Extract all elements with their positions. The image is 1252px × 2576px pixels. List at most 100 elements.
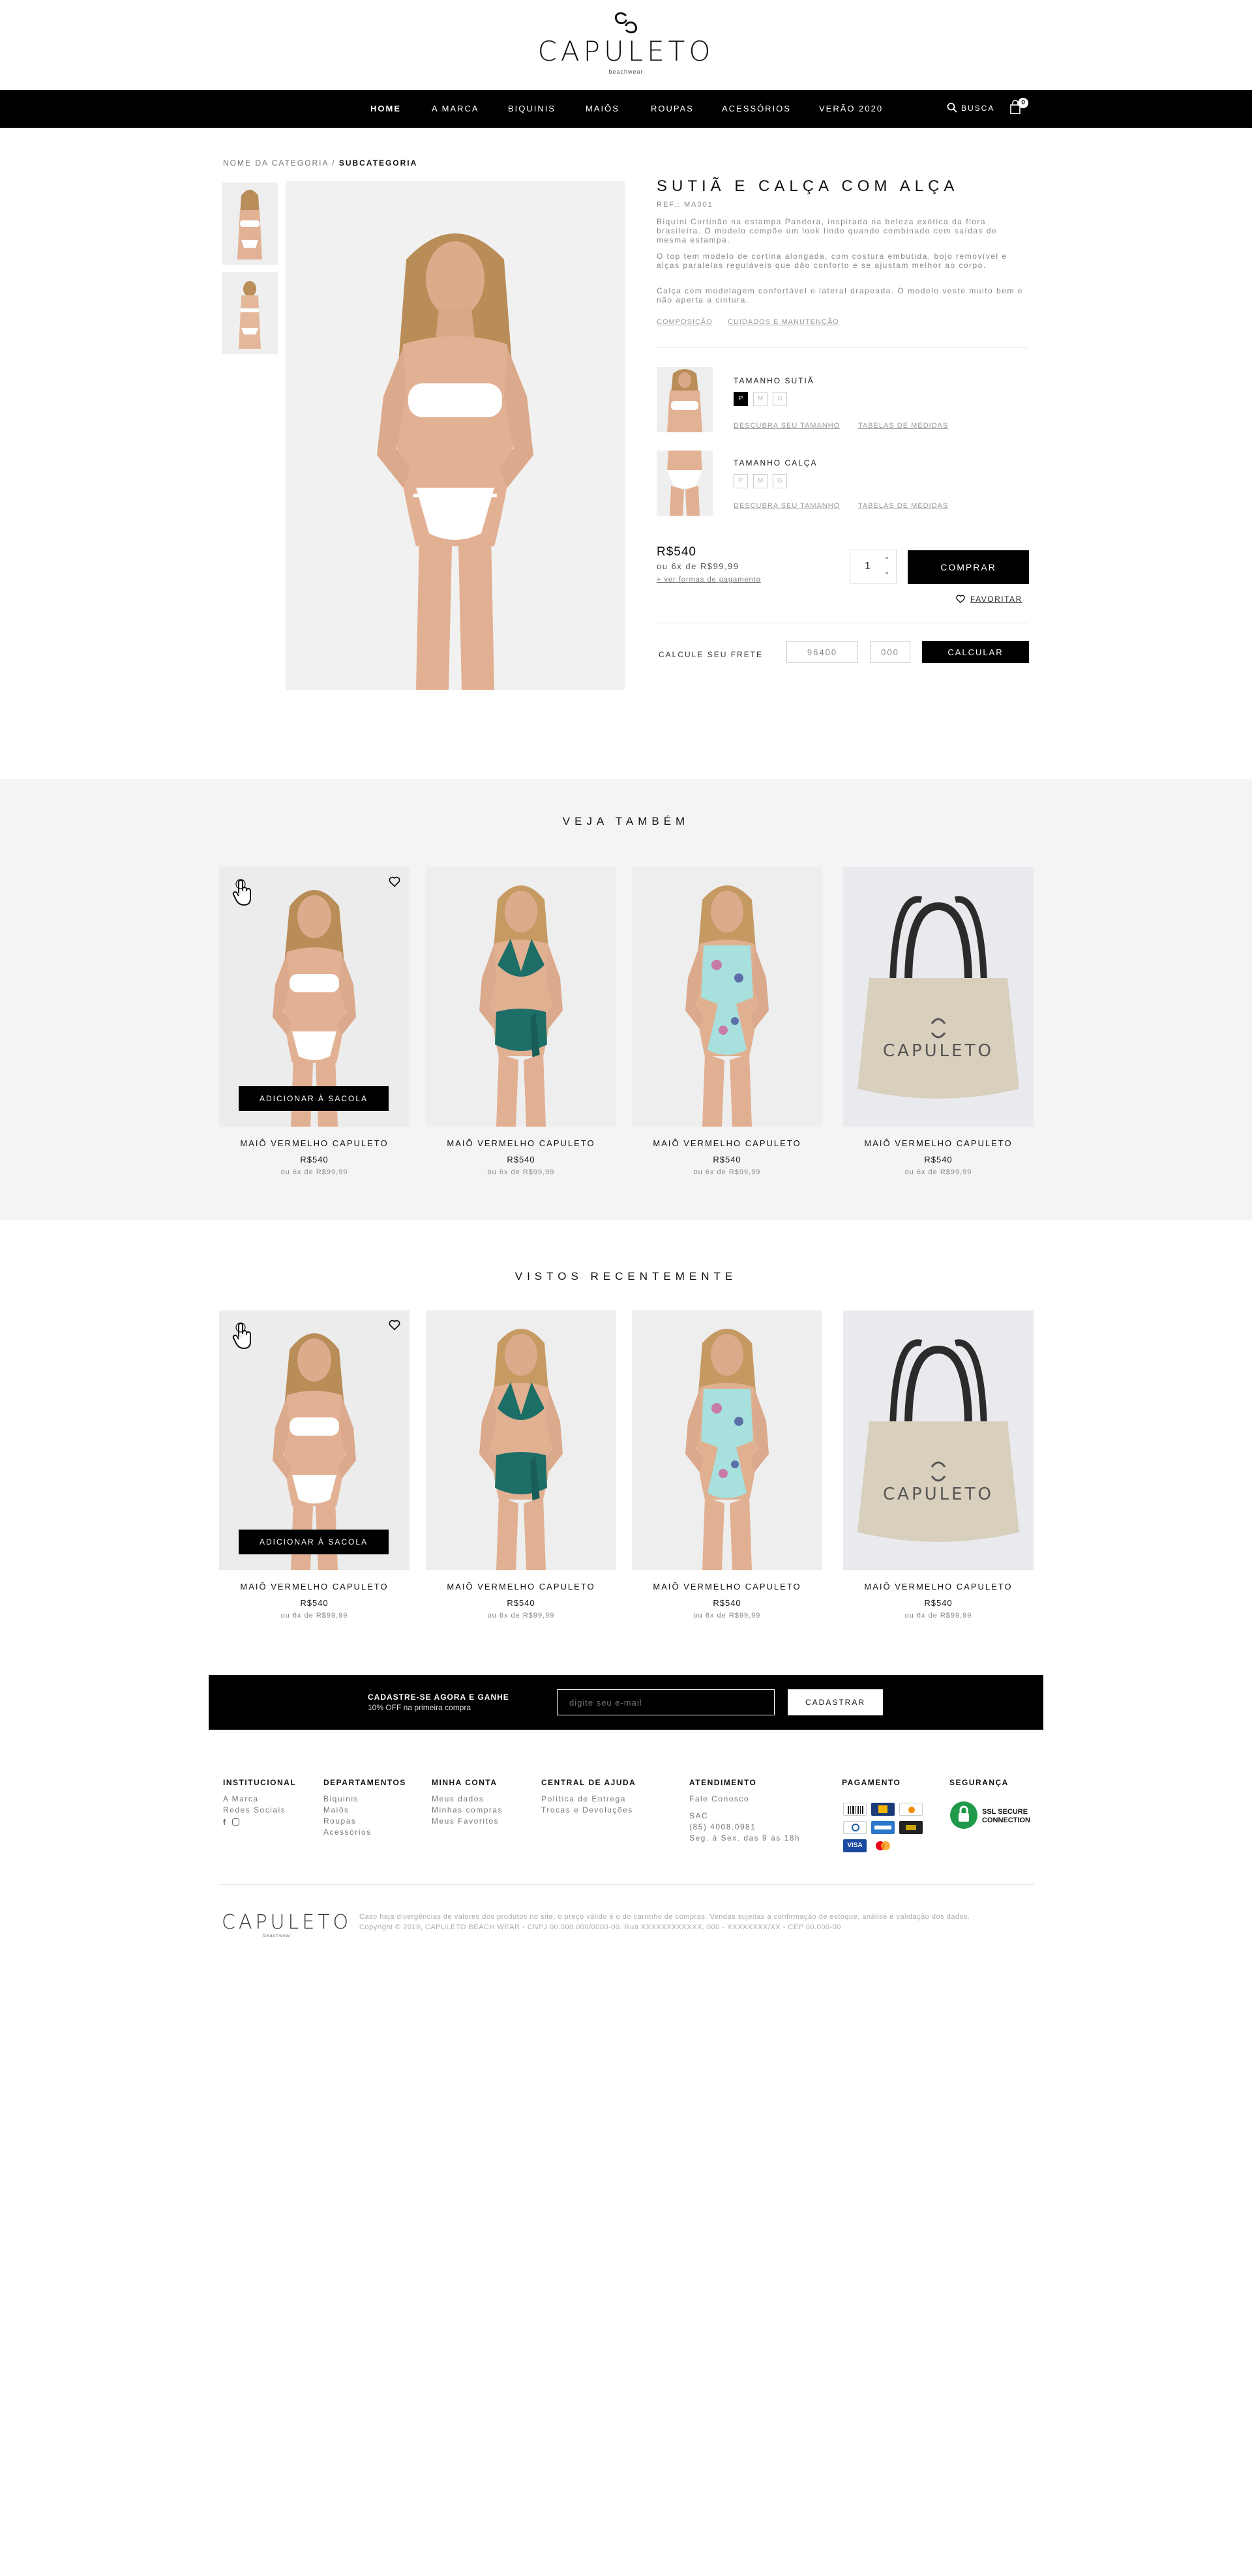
product-card-image[interactable] (426, 1310, 616, 1570)
product-card-price: R$540 (924, 1598, 953, 1608)
top-size-option-m[interactable]: M (753, 392, 768, 406)
top-size-option-p[interactable]: P (734, 392, 748, 406)
footer-col-security: SEGURANÇA (949, 1778, 1009, 1794)
footer-logo[interactable]: CAPULETO beachwear (222, 1911, 351, 1938)
quantity-stepper[interactable]: 1 ⌃ ⌄ (850, 550, 897, 584)
top-size-option-g[interactable]: G (773, 392, 787, 406)
footer-link[interactable]: Meus Favoritos (432, 1816, 503, 1827)
newsletter-bar: CADASTRE-SE AGORA E GANHE 10% OFF na pri… (209, 1675, 1043, 1730)
footer-link[interactable]: Trocas e Devoluções (541, 1805, 636, 1816)
footer-link[interactable]: Acessórios (323, 1827, 406, 1838)
product-card-name[interactable]: MAIÔ VERMELHO CAPULETO (843, 1582, 1034, 1591)
footer-col-departments: DEPARTAMENTOS Biquinis Maiôs Roupas Aces… (323, 1778, 406, 1838)
favorite-label: FAVORITAR (970, 595, 1022, 604)
elo-card-icon (871, 1803, 895, 1816)
footer-heading: INSTITUCIONAL (223, 1778, 297, 1787)
footer-link[interactable]: Roupas (323, 1816, 406, 1827)
product-card-image[interactable]: CAPULETO (843, 867, 1034, 1127)
bottom-size-option-g[interactable]: G (773, 474, 787, 488)
nav-item-acessorios[interactable]: ACESSÓRIOS (722, 104, 791, 113)
footer-link[interactable]: Maiôs (323, 1805, 406, 1816)
ssl-badge-line2: CONNECTION (982, 1816, 1030, 1824)
top-discover-size-link[interactable]: DESCUBRA SEU TAMANHO (734, 422, 840, 430)
nav-item-home[interactable]: HOME (370, 104, 401, 113)
add-to-bag-button[interactable]: ADICIONAR À SACOLA (239, 1530, 389, 1554)
composition-link[interactable]: COMPOSIÇÃO (657, 318, 713, 326)
product-card-price: R$540 (507, 1155, 535, 1164)
product-card-name[interactable]: MAIÔ VERMELHO CAPULETO (426, 1582, 616, 1591)
gallery-thumb-front[interactable] (222, 183, 278, 265)
chevron-down-icon[interactable]: ⌄ (884, 569, 889, 576)
add-to-bag-button[interactable]: ADICIONAR À SACOLA (239, 1086, 389, 1111)
newsletter-submit-button[interactable]: CADASTRAR (788, 1689, 883, 1715)
instagram-icon[interactable] (232, 1818, 240, 1826)
product-card-image[interactable] (632, 1310, 822, 1570)
cep-input-2[interactable] (870, 641, 910, 663)
facebook-icon[interactable]: f (223, 1818, 227, 1827)
nav-item-maios[interactable]: MAIÔS (586, 104, 619, 113)
product-main-image[interactable] (286, 181, 625, 690)
search-label[interactable]: BUSCA (961, 104, 994, 113)
recently-viewed-title: VISTOS RECENTEMENTE (514, 1270, 738, 1282)
footer-link[interactable]: Minhas compras (432, 1805, 503, 1816)
top-size-tables-link[interactable]: TABELAS DE MEDIDAS (858, 422, 948, 430)
calculate-freight-button[interactable]: CALCULAR (922, 641, 1029, 663)
product-description-3: Calça com modelagem confortável e latera… (657, 286, 1023, 304)
breadcrumb-subcategory: SUBCATEGORIA (338, 158, 418, 168)
chevron-up-icon[interactable]: ⌃ (884, 557, 889, 564)
gallery-thumb-back[interactable] (222, 272, 278, 354)
ssl-badge-line1: SSL SECURE (982, 1808, 1028, 1816)
product-card-installments: ou 6x de R$99,99 (487, 1612, 555, 1620)
bottom-discover-size-link[interactable]: DESCUBRA SEU TAMANHO (734, 502, 840, 510)
site-logo[interactable]: CAPULETO beachwear (0, 12, 1252, 75)
newsletter-email-input[interactable] (557, 1689, 775, 1715)
bottom-size-option-m[interactable]: M (753, 474, 768, 488)
footer-divider (219, 1884, 1034, 1885)
hand-pointer-icon (232, 879, 251, 906)
newsletter-headline: CADASTRE-SE AGORA E GANHE (368, 1693, 509, 1702)
divider (657, 347, 1028, 348)
size-bottom-thumb (657, 451, 713, 516)
footer-link[interactable]: Fale Conosco (689, 1794, 800, 1805)
product-card-price: R$540 (713, 1155, 741, 1164)
logo-mark-icon (615, 12, 637, 34)
product-card-image[interactable] (632, 867, 822, 1127)
nav-item-verao-2020[interactable]: VERÃO 2020 (819, 104, 883, 113)
product-card-image[interactable]: CAPULETO (843, 1310, 1034, 1570)
search-icon[interactable] (947, 102, 957, 115)
bottom-size-option-p[interactable]: P (734, 474, 748, 488)
product-card-image[interactable] (426, 867, 616, 1127)
footer-link[interactable]: Biquinis (323, 1794, 406, 1805)
footer-heading: ATENDIMENTO (689, 1778, 757, 1787)
buy-button[interactable]: COMPRAR (908, 550, 1029, 584)
size-top-thumb (657, 367, 713, 432)
footer-link[interactable]: Política de Entrega (541, 1794, 636, 1805)
nav-item-biquinis[interactable]: BIQUINIS (508, 104, 556, 113)
product-card-name[interactable]: MAIÔ VERMELHO CAPULETO (632, 1582, 822, 1591)
product-card-image[interactable]: ADICIONAR À SACOLA (219, 1310, 410, 1570)
mastercard-icon (871, 1839, 895, 1852)
breadcrumb-category[interactable]: NOME DA CATEGORIA (223, 158, 329, 168)
product-card-image[interactable]: ADICIONAR À SACOLA (219, 867, 410, 1127)
product-card-name[interactable]: MAIÔ VERMELHO CAPULETO (219, 1582, 410, 1591)
product-card-name[interactable]: MAIÔ VERMELHO CAPULETO (219, 1138, 410, 1148)
heart-icon[interactable] (389, 1320, 400, 1330)
footer-text: SAC (689, 1811, 709, 1820)
bottom-size-tables-link[interactable]: TABELAS DE MEDIDAS (858, 502, 948, 510)
footer-link[interactable]: A Marca (223, 1794, 296, 1805)
nav-item-roupas[interactable]: ROUPAS (651, 104, 694, 113)
product-card-name[interactable]: MAIÔ VERMELHO CAPULETO (426, 1138, 616, 1148)
footer-link[interactable]: Meus dados (432, 1794, 503, 1805)
care-link[interactable]: CUIDADOS E MANUTENÇÃO (728, 318, 839, 326)
nav-item-a-marca[interactable]: A MARCA (432, 104, 479, 113)
product-card-name[interactable]: MAIÔ VERMELHO CAPULETO (632, 1138, 822, 1148)
favorite-button[interactable]: FAVORITAR (956, 595, 1022, 604)
breadcrumb: NOME DA CATEGORIA / SUBCATEGORIA (223, 158, 417, 168)
cep-input-1[interactable] (786, 641, 858, 663)
product-card-name[interactable]: MAIÔ VERMELHO CAPULETO (843, 1138, 1034, 1148)
heart-icon[interactable] (389, 876, 400, 887)
payment-methods-link[interactable]: + ver formas de pagamento (657, 576, 761, 584)
footer-col-account: MINHA CONTA Meus dados Minhas compras Me… (432, 1778, 503, 1827)
footer-link[interactable]: Redes Sociais (223, 1805, 296, 1816)
quantity-value[interactable]: 1 (865, 561, 871, 572)
